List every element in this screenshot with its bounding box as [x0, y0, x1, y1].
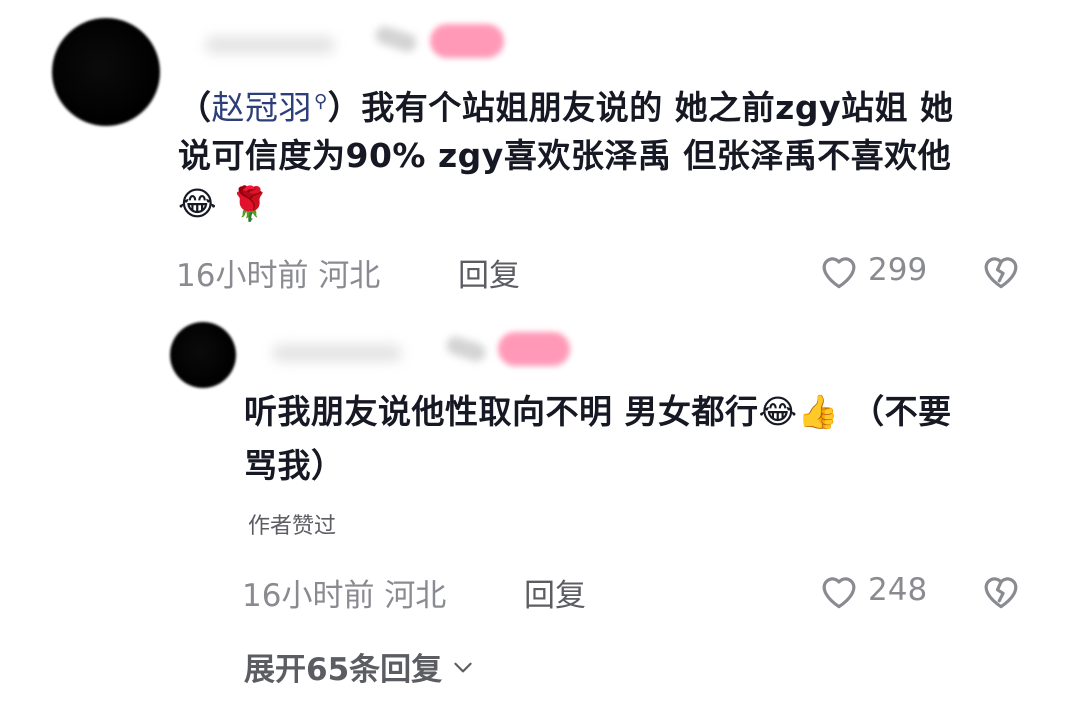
paren-open: （ — [178, 88, 212, 127]
reply-button[interactable]: 回复 — [458, 250, 520, 295]
reply-user-badge-icon — [444, 334, 488, 364]
heart-outline-icon — [822, 257, 856, 289]
reply-username-blurred[interactable] — [272, 344, 402, 362]
user-tag-badge — [430, 24, 504, 58]
search-icon: ⚲ — [314, 91, 328, 112]
broken-heart-icon[interactable] — [980, 570, 1022, 610]
comment-text-line-1: （赵冠羽 ⚲）我有个站姐朋友说的 她之前zgy站姐 她 — [178, 76, 954, 134]
user-badge-icon — [373, 23, 419, 55]
reply-timestamp: 16小时前 — [242, 578, 375, 614]
reply-text-line-1: 听我朋友说他性取向不明 男女都行😂👍 （不要 — [244, 392, 952, 431]
expand-replies-label: 展开65条回复 — [244, 652, 443, 688]
mention-link[interactable]: 赵冠羽 ⚲ — [212, 88, 328, 127]
like-button[interactable]: 299 — [818, 250, 927, 290]
username-blurred[interactable] — [205, 36, 335, 54]
reply-location: 河北 — [384, 578, 447, 614]
avatar[interactable] — [52, 18, 160, 126]
reply-text-line-2: 骂我） — [244, 446, 345, 485]
reply-user-tag-badge — [498, 332, 570, 366]
broken-heart-icon[interactable] — [980, 250, 1022, 290]
heart-outline-icon — [822, 577, 856, 609]
comment-text-line-2: 说可信度为90% zgy喜欢张泽禹 但张泽禹不喜欢他 — [178, 136, 952, 175]
mention-label: 赵冠羽 — [211, 88, 312, 127]
reply-like-button[interactable]: 248 — [818, 570, 927, 610]
chevron-down-icon — [454, 662, 472, 672]
comment-text-continued: ）我有个站姐朋友说的 她之前zgy站姐 她 — [327, 88, 954, 127]
timestamp: 16小时前 — [176, 258, 309, 294]
expand-replies-button[interactable]: 展开65条回复 — [244, 644, 476, 689]
reply-reply-button[interactable]: 回复 — [524, 570, 586, 615]
location: 河北 — [318, 258, 381, 294]
author-liked-badge: 作者赞过 — [248, 514, 337, 539]
comment-meta: 16小时前 河北 — [176, 250, 380, 295]
reply-avatar[interactable] — [170, 322, 236, 388]
comment-emoji-line: 😂 🌹 — [178, 184, 271, 223]
like-count: 299 — [868, 252, 928, 288]
reply-meta: 16小时前 河北 — [242, 570, 446, 615]
reply-like-count: 248 — [868, 572, 928, 608]
